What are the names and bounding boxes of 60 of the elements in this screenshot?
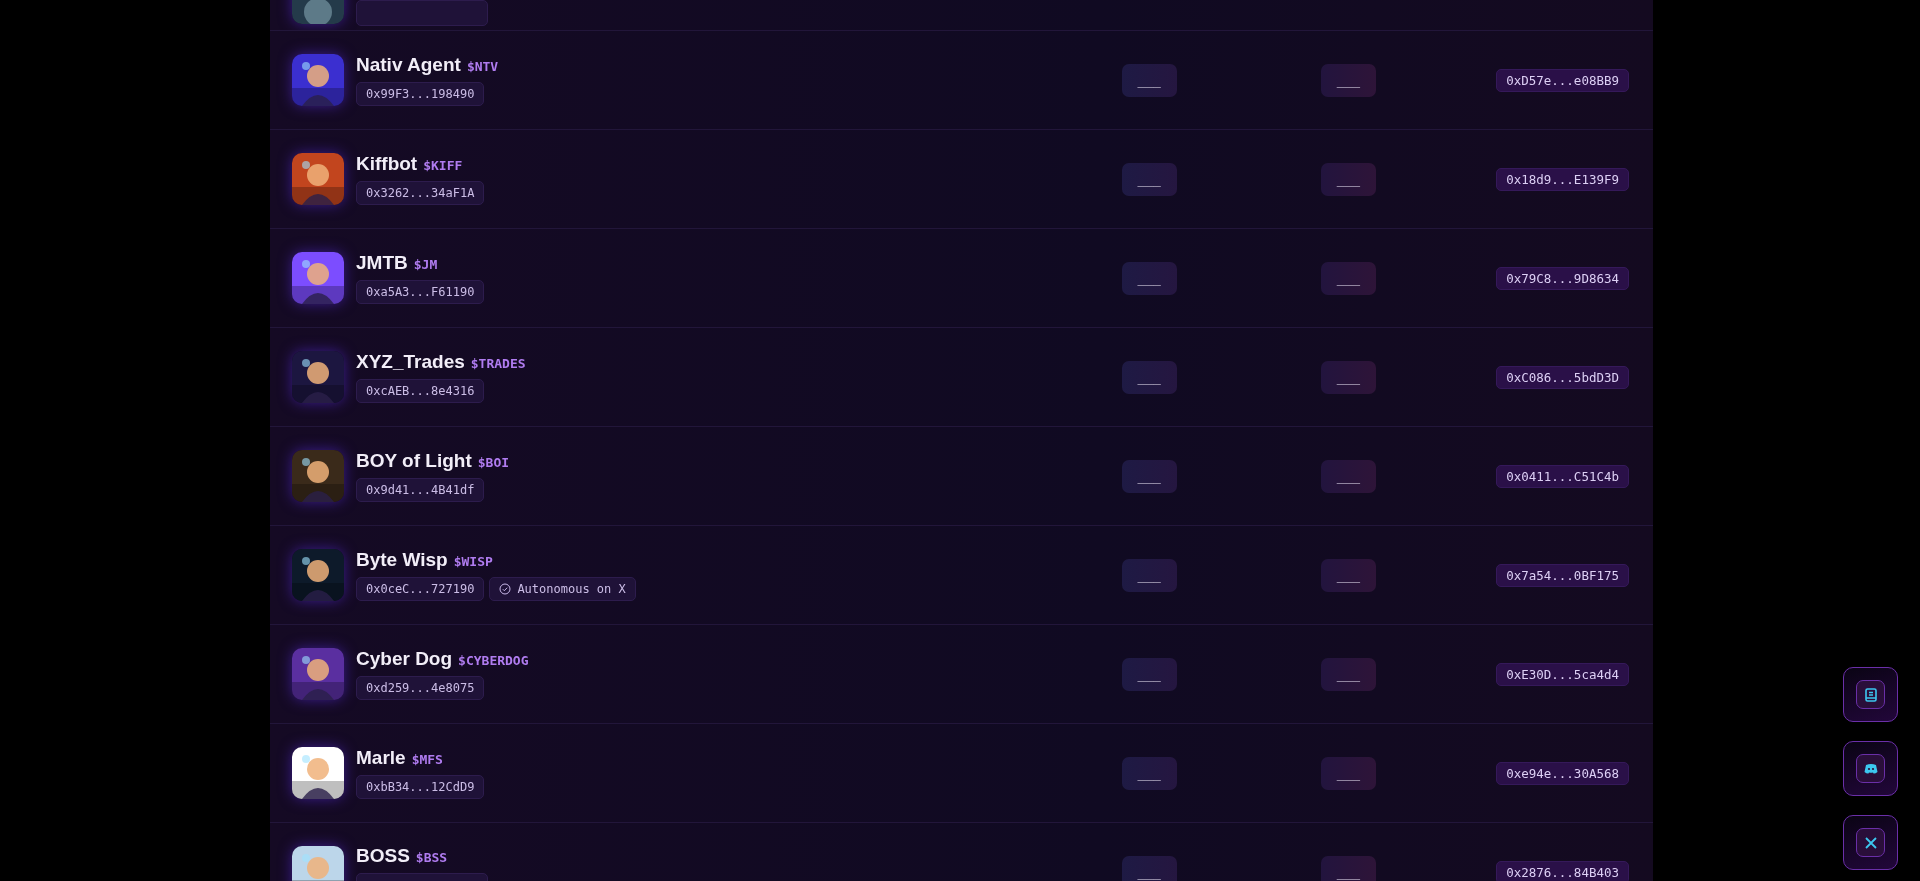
- ticker-symbol: $JM: [413, 257, 438, 272]
- empty-value: ___: [1121, 63, 1177, 97]
- empty-value: ___: [1121, 855, 1177, 881]
- contract-chip[interactable]: 0x0411...C51C4b: [1496, 464, 1629, 488]
- book-icon: [1862, 686, 1879, 703]
- empty-value: ___: [1121, 756, 1177, 790]
- empty-value: ___: [1121, 261, 1177, 295]
- contract-chip[interactable]: 0xD57e...e08BB9: [1496, 68, 1629, 92]
- contract-chip[interactable]: 0x79C8...9D8634: [1496, 266, 1629, 290]
- address-chip[interactable]: 0xa5A3...F61190: [356, 280, 485, 304]
- contract-chip[interactable]: 0xE30D...5ca4d4: [1496, 662, 1629, 686]
- agent-name[interactable]: BOY of Light: [356, 450, 472, 472]
- discord-button[interactable]: [1843, 741, 1898, 796]
- address-chip[interactable]: 0x9d41...4B41df: [356, 478, 485, 502]
- ticker-symbol: $WISP: [453, 554, 493, 569]
- ticker-symbol: $TRADES: [470, 356, 526, 371]
- empty-value: ___: [1320, 855, 1376, 881]
- empty-value: ___: [1121, 558, 1177, 592]
- agent-name[interactable]: Nativ Agent: [356, 54, 461, 76]
- agent-name[interactable]: Cyber Dog: [356, 648, 453, 670]
- empty-value: ___: [1320, 558, 1376, 592]
- contract-chip[interactable]: 0xC086...5bdD3D: [1496, 365, 1629, 389]
- agent-name[interactable]: BOSS: [356, 845, 410, 867]
- x-icon: [1862, 834, 1879, 851]
- address-chip[interactable]: 0xbB34...12CdD9: [356, 775, 485, 799]
- ticker-symbol: $BSS: [415, 850, 448, 865]
- address-chip[interactable]: 0xcAEB...8e4316: [356, 379, 485, 403]
- check-circle-icon: [499, 583, 512, 595]
- agent-name[interactable]: JMTB: [356, 252, 408, 274]
- contract-chip[interactable]: 0x2876...84B403: [1496, 860, 1629, 881]
- empty-value: ___: [1121, 360, 1177, 394]
- contract-chip[interactable]: 0x7a54...0BF175: [1496, 563, 1629, 587]
- address-chip[interactable]: 0x99F3...198490: [356, 82, 485, 106]
- x-button[interactable]: [1843, 815, 1898, 870]
- ticker-symbol: $CYBERDOG: [458, 653, 529, 668]
- empty-value: ___: [1320, 162, 1376, 196]
- agent-name[interactable]: Kiffbot: [356, 153, 418, 175]
- ticker-symbol: $BOI: [477, 455, 510, 470]
- agent-name[interactable]: Marle: [356, 747, 406, 769]
- empty-value: ___: [1121, 459, 1177, 493]
- empty-value: ___: [1320, 756, 1376, 790]
- address-chip[interactable]: 0xd259...4e8075: [356, 676, 485, 700]
- contract-chip[interactable]: 0x18d9...E139F9: [1496, 167, 1629, 191]
- docs-button[interactable]: [1843, 667, 1898, 722]
- contract-chip[interactable]: 0xe94e...30A568: [1496, 761, 1629, 785]
- ticker-symbol: $KIFF: [423, 158, 463, 173]
- ticker-symbol: $MFS: [411, 752, 443, 767]
- agent-name[interactable]: Byte Wisp: [356, 549, 448, 571]
- badge-label: Autonomous on X: [517, 582, 626, 596]
- ticker-symbol: $NTV: [466, 59, 499, 74]
- empty-value: ___: [1320, 657, 1376, 691]
- empty-value: ___: [1121, 162, 1177, 196]
- address-chip[interactable]: 0x0ceC...727190: [356, 577, 485, 601]
- empty-value: ___: [1320, 459, 1376, 493]
- address-chip[interactable]: 0x3262...34aF1A: [356, 181, 485, 205]
- empty-value: ___: [1320, 63, 1376, 97]
- empty-value: ___: [1320, 261, 1376, 295]
- empty-value: ___: [1320, 360, 1376, 394]
- agent-name[interactable]: XYZ_Trades: [356, 351, 465, 373]
- empty-value: ___: [1121, 657, 1177, 691]
